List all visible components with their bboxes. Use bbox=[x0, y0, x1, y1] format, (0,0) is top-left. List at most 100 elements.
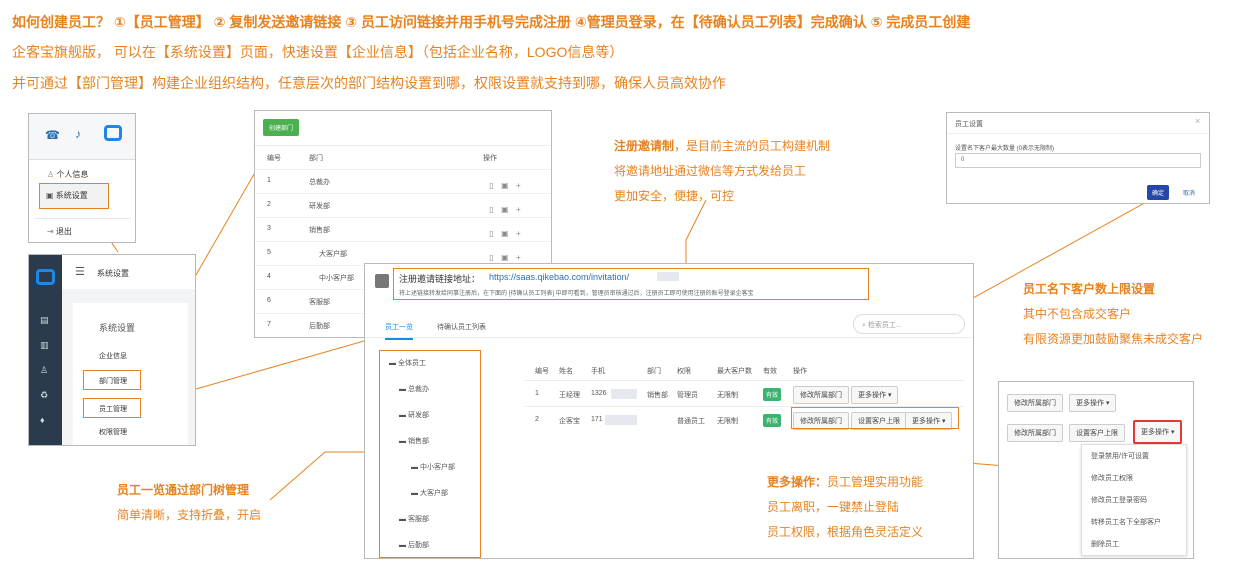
confirm-button[interactable]: 确定 bbox=[1147, 185, 1170, 200]
tree-item[interactable]: ▬ 研发部 bbox=[399, 410, 429, 420]
emp-header-role: 权限 bbox=[677, 368, 691, 375]
intro-line-2: 并可通过【部门管理】构建企业组织结构，任意层次的部门结构设置到哪，权限设置就支持… bbox=[12, 75, 726, 91]
emp-phone: 171 bbox=[591, 416, 603, 423]
more-note-line1: 员工离职，一键禁止登陆 bbox=[767, 500, 900, 514]
limit-note: 员工名下客户数上限设置 其中不包含成交客户 有限资源更加鼓励聚焦未成交客户 bbox=[1023, 277, 1203, 352]
delete-icon[interactable]: ▯ bbox=[487, 253, 496, 262]
emp-phone-redacted bbox=[605, 415, 637, 425]
limit-input[interactable]: 0 bbox=[955, 153, 1201, 168]
emp-header-name: 姓名 bbox=[559, 368, 573, 375]
tree-item[interactable]: ▬ 销售部 bbox=[399, 436, 429, 446]
money-icon[interactable]: ♦ bbox=[40, 415, 45, 425]
emp-role: 管理员 bbox=[677, 392, 698, 399]
cancel-button[interactable]: 取消 bbox=[1183, 188, 1195, 197]
more-actions-button[interactable]: 更多操作 ▾ bbox=[1069, 394, 1117, 412]
emp-num: 1 bbox=[535, 390, 539, 397]
add-icon[interactable]: + bbox=[514, 181, 523, 190]
tree-item[interactable]: ▬ 客服部 bbox=[399, 514, 429, 524]
tree-item[interactable]: ▬ 中小客户部 bbox=[411, 462, 455, 472]
set-limit-button[interactable]: 设置客户上限 bbox=[1069, 424, 1125, 442]
cart-icon[interactable]: ♻ bbox=[40, 390, 48, 401]
action-buttons-highlight bbox=[791, 407, 959, 429]
folder-icon: ▬ bbox=[399, 438, 406, 445]
nav-permission-management[interactable]: 权限管理 bbox=[99, 427, 127, 437]
more-note-line2: 员工权限，根据角色灵活定义 bbox=[767, 525, 924, 539]
menu-item-profile[interactable]: ♙ 个人信息 bbox=[47, 169, 88, 180]
change-dept-button[interactable]: 修改所属部门 bbox=[1007, 394, 1063, 412]
delete-icon[interactable]: ▯ bbox=[487, 205, 496, 214]
nav-employee-management[interactable]: 员工管理 bbox=[83, 398, 141, 418]
edit-icon[interactable]: ▣ bbox=[500, 205, 509, 214]
add-icon[interactable]: + bbox=[514, 205, 523, 214]
emp-header-dept: 部门 bbox=[647, 368, 661, 375]
emp-name: 王经理 bbox=[559, 392, 580, 399]
more-actions-button-active[interactable]: 更多操作 ▾ bbox=[1133, 420, 1183, 444]
folder-icon: ▬ bbox=[411, 464, 418, 471]
add-icon[interactable]: + bbox=[514, 253, 523, 262]
more-note: 更多操作：员工管理实用功能 员工离职，一键禁止登陆 员工权限，根据角色灵活定义 bbox=[767, 469, 923, 545]
delete-icon[interactable]: ▯ bbox=[487, 229, 496, 238]
invite-url[interactable]: https://saas.qikebao.com/invitation/ bbox=[489, 272, 629, 282]
dept-row: 1 总裁办 ▯ ▣ + bbox=[255, 169, 551, 193]
change-dept-button[interactable]: 修改所属部门 bbox=[793, 386, 849, 404]
status-badge: 有效 bbox=[763, 414, 782, 427]
phone-icon[interactable]: ☎ bbox=[45, 128, 60, 142]
folder-icon: ▬ bbox=[399, 542, 406, 549]
search-input[interactable]: ⌕ 检索员工... bbox=[853, 314, 965, 334]
dept-row-name: 销售部 bbox=[309, 227, 330, 234]
tree-item[interactable]: ▬ 总裁办 bbox=[399, 384, 429, 394]
nav-company-info[interactable]: 企业信息 bbox=[99, 351, 127, 361]
change-dept-button[interactable]: 修改所属部门 bbox=[1007, 424, 1063, 442]
tree-item[interactable]: ▬ 后勤部 bbox=[399, 540, 429, 550]
dept-header-actions: 操作 bbox=[483, 155, 497, 162]
tree-item-label: 研发部 bbox=[407, 412, 429, 419]
menu-item-settings[interactable]: ▣ 系统设置 bbox=[39, 183, 109, 209]
emp-header-valid: 有效 bbox=[763, 368, 777, 375]
tree-item-all[interactable]: ▬ 全体员工 bbox=[389, 358, 426, 368]
menu-toggle-icon[interactable]: ☰ bbox=[75, 265, 85, 278]
building-icon[interactable]: ▥ bbox=[40, 340, 49, 351]
search-icon: ⌕ bbox=[862, 322, 866, 329]
search-placeholder: 检索员工... bbox=[867, 322, 902, 329]
add-icon[interactable]: + bbox=[514, 229, 523, 238]
menu-item-transfer-customers[interactable]: 转移员工名下全部客户 bbox=[1091, 517, 1161, 527]
menu-item-login-toggle[interactable]: 登录禁用/许可设置 bbox=[1091, 451, 1149, 461]
emp-header-num: 编号 bbox=[535, 368, 549, 375]
create-dept-button[interactable]: 创建部门 bbox=[263, 119, 300, 136]
nav-dept-management[interactable]: 部门管理 bbox=[83, 370, 141, 390]
menu-item-change-password[interactable]: 修改员工登录密码 bbox=[1091, 495, 1147, 505]
menu-item-settings-label: 系统设置 bbox=[55, 191, 88, 200]
menu-item-logout[interactable]: ⇥ 退出 bbox=[47, 226, 72, 237]
menu-item-edit-permission[interactable]: 修改员工权限 bbox=[1091, 473, 1133, 483]
tree-item[interactable]: ▬ 大客户部 bbox=[411, 488, 448, 498]
invite-mail-icon bbox=[375, 274, 389, 288]
edit-icon[interactable]: ▣ bbox=[500, 229, 509, 238]
emp-header-max: 最大客户数 bbox=[717, 368, 752, 375]
dept-header-num: 编号 bbox=[267, 155, 281, 162]
tab-pending-list[interactable]: 待确认员工列表 bbox=[437, 322, 486, 332]
edit-icon[interactable]: ▣ bbox=[500, 181, 509, 190]
close-icon[interactable]: × bbox=[1195, 116, 1200, 126]
bell-icon[interactable]: ♪ bbox=[75, 127, 81, 141]
dept-row-actions: ▯ ▣ + bbox=[487, 223, 523, 241]
limit-dialog-title: 员工设置 bbox=[955, 121, 983, 128]
list-icon[interactable]: ▤ bbox=[40, 315, 49, 326]
more-actions-button[interactable]: 更多操作 ▾ bbox=[851, 386, 899, 404]
menu-divider bbox=[35, 218, 131, 219]
edit-icon[interactable]: ▣ bbox=[500, 253, 509, 262]
delete-icon[interactable]: ▯ bbox=[487, 181, 496, 190]
menu-item-logout-label: 退出 bbox=[55, 227, 72, 236]
menu-item-delete-employee[interactable]: 删除员工 bbox=[1091, 539, 1119, 549]
folder-icon: ▬ bbox=[399, 386, 406, 393]
invite-note-bold: 注册邀请制 bbox=[614, 139, 675, 153]
invite-label: 注册邀请链接地址： bbox=[399, 274, 481, 284]
chat-icon[interactable] bbox=[104, 125, 122, 141]
tree-note: 员工一览通过部门树管理 简单清晰，支持折叠，开启 bbox=[117, 478, 261, 528]
dept-row-num: 2 bbox=[267, 201, 271, 208]
dept-row-name: 后勤部 bbox=[309, 323, 330, 330]
dept-row-num: 3 bbox=[267, 225, 271, 232]
emp-header-actions: 操作 bbox=[793, 368, 807, 375]
people-icon[interactable]: ♙ bbox=[40, 365, 48, 376]
settings-nav: 系统设置 企业信息 部门管理 员工管理 权限管理 bbox=[73, 303, 188, 445]
tree-note-line1: 简单清晰，支持折叠，开启 bbox=[117, 508, 262, 522]
